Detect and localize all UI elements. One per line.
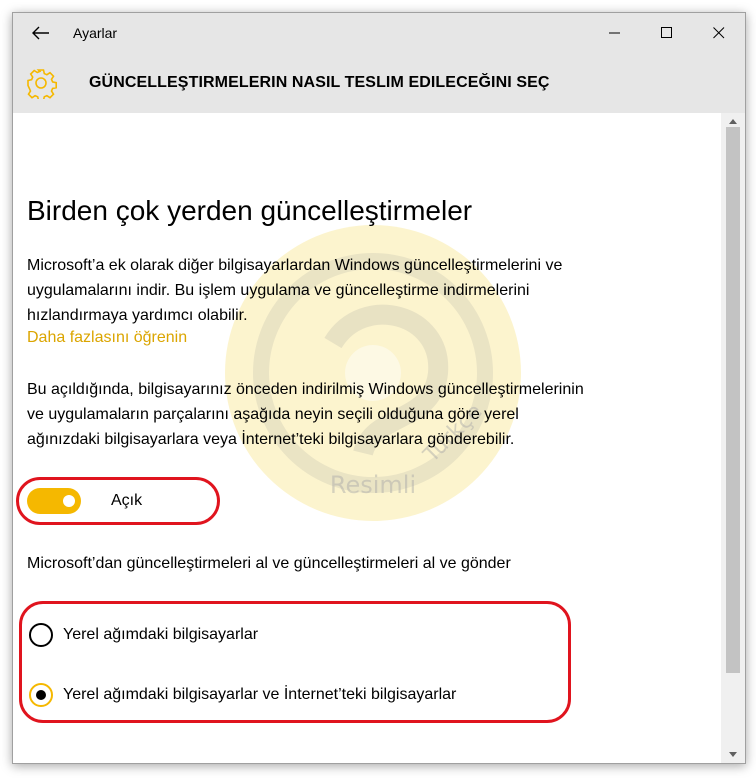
page-title: GÜNCELLEŞTIRMELERIN NASIL TESLIM EDILECE… — [89, 74, 550, 91]
description-paragraph: Microsoft’a ek olarak diğer bilgisayarla… — [27, 257, 563, 324]
gear-icon — [27, 69, 57, 99]
learn-more-link[interactable]: Daha fazlasını öğrenin — [27, 329, 187, 347]
scroll-down-button[interactable] — [721, 747, 745, 763]
scroll-down-icon — [729, 752, 737, 757]
scroll-up-icon — [729, 119, 737, 124]
section-title: Birden çok yerden güncelleştirmeler — [27, 195, 473, 226]
watermark-text: Resimli — [330, 471, 416, 499]
settings-content: Resimli Türkçe Birden çok yerden güncell… — [13, 113, 721, 763]
title-bar: Ayarlar — [13, 13, 745, 53]
delivery-question: Microsoft’dan güncelleştirmeleri al ve g… — [27, 555, 511, 572]
settings-window: Ayarlar GÜNCELLEŞTIRMELERIN NASIL TESLIM… — [12, 12, 746, 764]
window-controls — [589, 13, 745, 53]
close-button[interactable] — [693, 13, 745, 53]
vertical-scrollbar[interactable] — [721, 113, 745, 763]
maximize-button[interactable] — [641, 13, 693, 53]
minimize-icon — [609, 32, 620, 34]
page-header: GÜNCELLEŞTIRMELERIN NASIL TESLIM EDILECE… — [13, 53, 745, 113]
toggle-highlight-annotation — [16, 477, 220, 525]
close-icon — [713, 27, 725, 39]
back-arrow-icon — [32, 26, 49, 40]
maximize-icon — [661, 27, 672, 38]
header-icon-wrap — [13, 67, 69, 99]
sharing-description: Bu açıldığında, bilgisayarınız önceden i… — [27, 381, 584, 448]
back-button[interactable] — [13, 13, 69, 53]
scroll-thumb[interactable] — [726, 127, 740, 673]
app-title: Ayarlar — [73, 25, 118, 41]
radio-highlight-annotation — [19, 601, 571, 723]
minimize-button[interactable] — [589, 13, 641, 53]
